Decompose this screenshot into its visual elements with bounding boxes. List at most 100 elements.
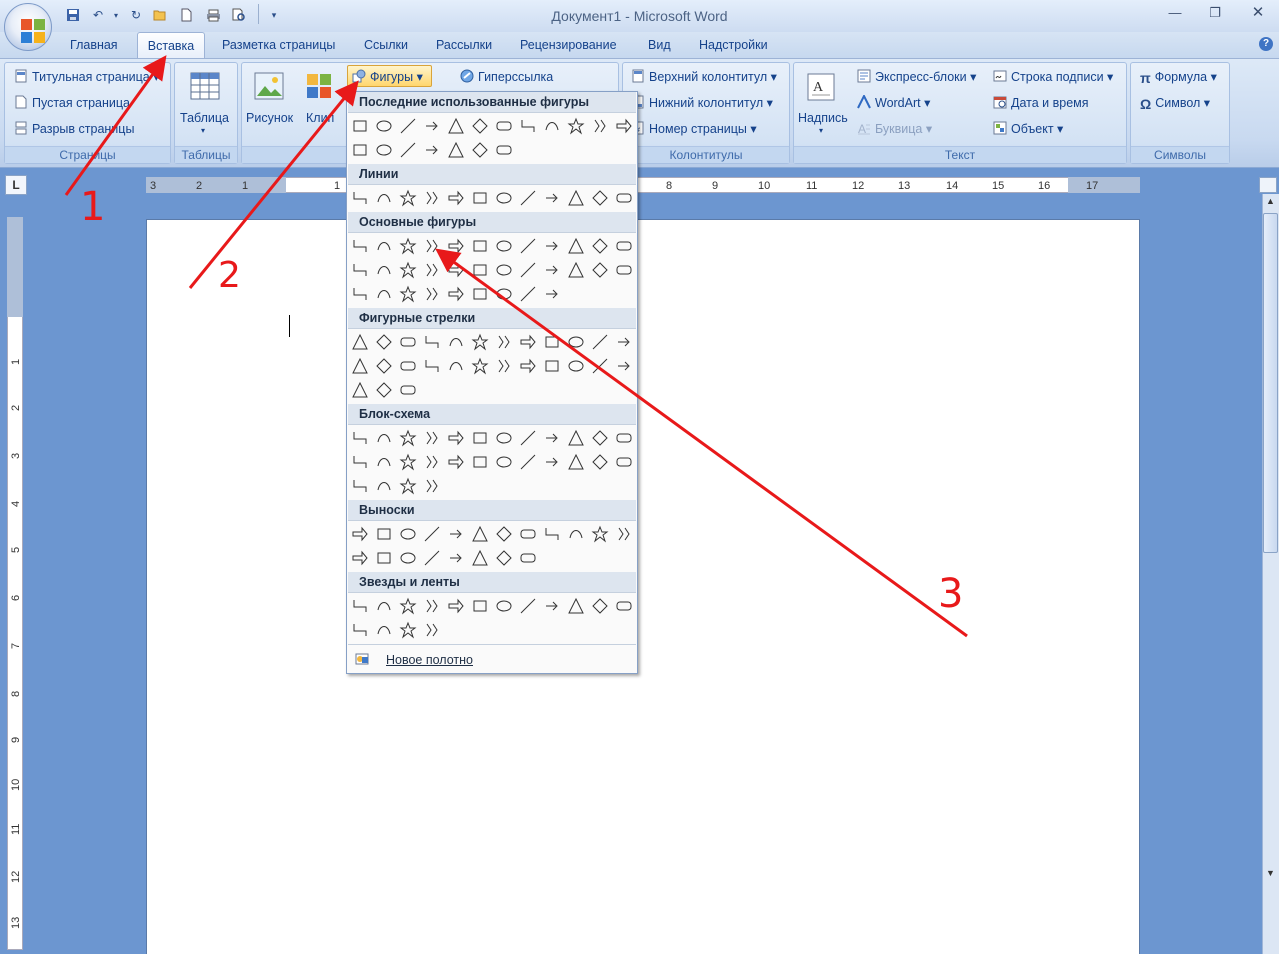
shape-item[interactable] bbox=[565, 235, 587, 257]
shape-item[interactable] bbox=[469, 115, 491, 137]
shape-item[interactable] bbox=[565, 355, 587, 377]
shape-item[interactable] bbox=[397, 187, 419, 209]
shape-item[interactable] bbox=[397, 235, 419, 257]
shape-item[interactable] bbox=[397, 259, 419, 281]
shape-item[interactable] bbox=[565, 427, 587, 449]
shape-item[interactable] bbox=[493, 115, 515, 137]
shape-item[interactable] bbox=[469, 427, 491, 449]
shape-item[interactable] bbox=[421, 259, 443, 281]
tab-references[interactable]: Ссылки bbox=[364, 38, 408, 52]
shape-item[interactable] bbox=[541, 283, 563, 305]
shape-item[interactable] bbox=[373, 475, 395, 497]
minimize-button[interactable]: — bbox=[1157, 2, 1193, 24]
shape-item[interactable] bbox=[373, 427, 395, 449]
page-break-button[interactable]: Разрыв страницы bbox=[14, 121, 134, 136]
shape-item[interactable] bbox=[421, 115, 443, 137]
shape-item[interactable] bbox=[421, 451, 443, 473]
shape-item[interactable] bbox=[445, 547, 467, 569]
shape-item[interactable] bbox=[397, 355, 419, 377]
clipart-icon[interactable] bbox=[305, 72, 335, 100]
shape-item[interactable] bbox=[493, 451, 515, 473]
tab-selector-button[interactable]: L bbox=[5, 175, 27, 195]
shape-item[interactable] bbox=[445, 595, 467, 617]
shape-item[interactable] bbox=[469, 259, 491, 281]
shape-item[interactable] bbox=[445, 523, 467, 545]
shape-item[interactable] bbox=[349, 235, 371, 257]
shape-item[interactable] bbox=[493, 523, 515, 545]
shape-item[interactable] bbox=[541, 451, 563, 473]
shape-item[interactable] bbox=[469, 451, 491, 473]
shape-item[interactable] bbox=[397, 547, 419, 569]
shape-item[interactable] bbox=[613, 115, 635, 137]
shape-item[interactable] bbox=[541, 259, 563, 281]
shape-item[interactable] bbox=[421, 523, 443, 545]
shape-item[interactable] bbox=[421, 235, 443, 257]
shape-item[interactable] bbox=[613, 187, 635, 209]
symbol-button[interactable]: Ω Символ ▾ bbox=[1140, 95, 1210, 112]
shape-item[interactable] bbox=[421, 547, 443, 569]
shape-item[interactable] bbox=[373, 259, 395, 281]
shape-item[interactable] bbox=[589, 187, 611, 209]
shape-item[interactable] bbox=[445, 259, 467, 281]
shape-item[interactable] bbox=[493, 427, 515, 449]
equation-button[interactable]: π Формула ▾ bbox=[1140, 69, 1217, 86]
shape-item[interactable] bbox=[349, 115, 371, 137]
shape-item[interactable] bbox=[469, 283, 491, 305]
shape-item[interactable] bbox=[373, 523, 395, 545]
shape-item[interactable] bbox=[517, 451, 539, 473]
shape-item[interactable] bbox=[469, 523, 491, 545]
tab-addins[interactable]: Надстройки bbox=[699, 38, 768, 52]
dropcap-button[interactable]: A Буквица ▾ bbox=[857, 121, 932, 136]
shape-item[interactable] bbox=[373, 235, 395, 257]
shape-item[interactable] bbox=[517, 523, 539, 545]
shape-item[interactable] bbox=[373, 595, 395, 617]
table-button-label[interactable]: Таблица bbox=[180, 111, 229, 125]
picture-button-label[interactable]: Рисунок bbox=[246, 111, 293, 125]
table-dropdown-icon[interactable]: ▾ bbox=[201, 126, 205, 135]
shape-item[interactable] bbox=[517, 547, 539, 569]
shape-item[interactable] bbox=[373, 379, 395, 401]
shape-item[interactable] bbox=[373, 547, 395, 569]
shape-item[interactable] bbox=[421, 619, 443, 641]
office-button[interactable] bbox=[4, 3, 52, 51]
shape-item[interactable] bbox=[445, 115, 467, 137]
shape-item[interactable] bbox=[517, 595, 539, 617]
shape-item[interactable] bbox=[373, 619, 395, 641]
table-icon[interactable] bbox=[190, 72, 220, 100]
shape-item[interactable] bbox=[445, 451, 467, 473]
shape-item[interactable] bbox=[445, 187, 467, 209]
shape-item[interactable] bbox=[565, 115, 587, 137]
shape-item[interactable] bbox=[541, 187, 563, 209]
blank-page-button[interactable]: Пустая страница bbox=[14, 95, 130, 110]
scroll-up-button[interactable]: ▲ bbox=[1263, 196, 1278, 211]
shape-item[interactable] bbox=[349, 595, 371, 617]
wordart-button[interactable]: WordArt ▾ bbox=[857, 95, 930, 110]
shape-item[interactable] bbox=[421, 139, 443, 161]
shape-item[interactable] bbox=[541, 331, 563, 353]
shape-item[interactable] bbox=[517, 355, 539, 377]
scroll-down-button[interactable]: ▼ bbox=[1263, 868, 1278, 883]
header-button[interactable]: Верхний колонтитул ▾ bbox=[631, 69, 777, 84]
shape-item[interactable] bbox=[541, 115, 563, 137]
shape-item[interactable] bbox=[421, 283, 443, 305]
shape-item[interactable] bbox=[613, 355, 635, 377]
shape-item[interactable] bbox=[565, 259, 587, 281]
shape-item[interactable] bbox=[469, 187, 491, 209]
shape-item[interactable] bbox=[445, 235, 467, 257]
shape-item[interactable] bbox=[613, 427, 635, 449]
datetime-button[interactable]: Дата и время bbox=[993, 95, 1089, 110]
shape-item[interactable] bbox=[349, 379, 371, 401]
maximize-button[interactable]: ❐ bbox=[1197, 2, 1233, 24]
clipart-button-label[interactable]: Клип bbox=[306, 111, 334, 125]
shape-item[interactable] bbox=[517, 187, 539, 209]
shape-item[interactable] bbox=[613, 235, 635, 257]
shape-item[interactable] bbox=[517, 235, 539, 257]
tab-view[interactable]: Вид bbox=[648, 38, 671, 52]
shape-item[interactable] bbox=[421, 475, 443, 497]
shape-item[interactable] bbox=[493, 331, 515, 353]
shape-item[interactable] bbox=[589, 115, 611, 137]
shape-item[interactable] bbox=[469, 595, 491, 617]
shape-item[interactable] bbox=[589, 523, 611, 545]
shape-item[interactable] bbox=[613, 595, 635, 617]
shape-item[interactable] bbox=[373, 115, 395, 137]
